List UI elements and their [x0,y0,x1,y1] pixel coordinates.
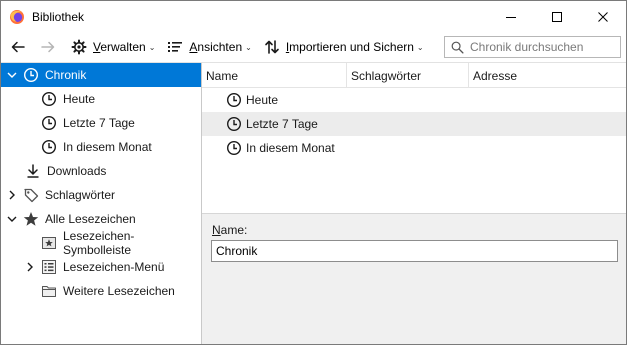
list-view-icon [167,39,183,55]
tree-item-label: Downloads [47,164,107,178]
search-icon [451,41,464,54]
download-arrow-icon [25,163,41,179]
tree-item-last-7-days[interactable]: Letzte 7 Tage [1,111,201,135]
toolbar: Verwalten ⌄ Ansichten ⌄ Importieren und … [1,32,626,63]
tree-item-bookmarks-toolbar[interactable]: Lesezeichen-Symbolleiste [1,229,201,257]
tree-item-history[interactable]: Chronik [1,63,201,87]
tree-item-label: Chronik [45,68,87,82]
chevron-down-icon[interactable] [7,214,17,224]
list-item[interactable]: In diesem Monat [202,136,626,160]
import-backup-label: Importieren und Sichern [285,40,414,54]
tree-item-label: In diesem Monat [63,140,152,154]
views-menu-button[interactable]: Ansichten ⌄ [163,35,255,59]
clock-icon [41,91,57,107]
clock-icon [23,67,39,83]
star-icon [23,211,39,227]
bookmarks-menu-icon [41,259,57,275]
firefox-icon [9,9,25,25]
column-header-tags[interactable]: Schlagwörter [347,63,469,88]
tree-item-label: Lesezeichen-Menü [63,260,165,274]
chevron-down-icon: ⌄ [148,42,156,52]
search-input[interactable] [470,40,620,54]
folder-icon [41,283,57,299]
import-export-icon [264,39,280,55]
search-box[interactable] [444,36,621,58]
tree-item-downloads[interactable]: Downloads [1,159,201,183]
title-bar: Bibliothek [1,1,626,32]
tree-item-label: Letzte 7 Tage [63,116,135,130]
minimize-button[interactable] [488,1,534,32]
minimize-icon [506,16,516,18]
maximize-icon [552,11,562,22]
tree-item-label: Alle Lesezeichen [45,212,136,226]
bookmarks-toolbar-icon [41,235,57,251]
organize-menu-button[interactable]: Verwalten ⌄ [67,35,159,59]
maximize-button[interactable] [534,1,580,32]
list-header: Name Schlagwörter Adresse [202,63,626,88]
forward-button[interactable] [37,36,59,58]
tree-item-label: Lesezeichen-Symbolleiste [63,229,135,257]
list-item-label: In diesem Monat [246,141,335,155]
chevron-down-icon[interactable] [7,70,17,80]
list-item-label: Letzte 7 Tage [246,117,318,131]
close-icon [598,11,608,22]
gear-icon [71,39,87,55]
window-title: Bibliothek [32,9,85,24]
tag-icon [23,187,39,203]
list-item-label: Heute [246,93,279,107]
tree-item-other-bookmarks[interactable]: Weitere Lesezeichen [1,279,201,303]
chevron-down-icon: ⌄ [245,42,252,52]
chevron-right-icon[interactable] [7,190,17,200]
tree-item-tags[interactable]: Schlagwörter [1,183,201,207]
tree-item-label: Schlagwörter [45,188,116,202]
tree-item-bookmarks-menu[interactable]: Lesezeichen-Menü [1,255,201,279]
chevron-right-icon[interactable] [25,262,35,272]
name-field[interactable] [211,240,618,262]
organize-label: Verwalten [93,40,146,54]
arrow-left-icon [11,41,25,53]
back-button[interactable] [7,36,29,58]
history-list: Name Schlagwörter Adresse Heute Letzte 7… [202,63,626,213]
chevron-down-icon: ⌄ [416,42,424,52]
column-header-address[interactable]: Adresse [469,63,626,88]
tree-item-label: Weitere Lesezeichen [63,284,175,298]
window-controls [488,1,626,32]
tree-item-today[interactable]: Heute [1,87,201,111]
arrow-right-icon [41,41,55,53]
sidebar-tree: Chronik Heute Letzte 7 Tage In diesem Mo… [1,63,202,344]
tree-item-label: Heute [63,92,96,106]
tree-item-this-month[interactable]: In diesem Monat [1,135,201,159]
close-button[interactable] [580,1,626,32]
views-label: Ansichten [189,40,243,54]
clock-icon [226,116,242,132]
name-field-label: Name: [212,223,248,237]
library-window: Bibliothek Verwalten ⌄ Ansichten ⌄ Impor… [0,0,627,345]
tree-item-all-bookmarks[interactable]: Alle Lesezeichen [1,207,201,231]
clock-icon [41,139,57,155]
list-item[interactable]: Letzte 7 Tage [202,112,626,136]
column-header-name[interactable]: Name [202,63,347,88]
import-backup-menu-button[interactable]: Importieren und Sichern ⌄ [260,35,428,59]
clock-icon [41,115,57,131]
clock-icon [226,92,242,108]
details-pane: Name: [202,213,626,344]
clock-icon [226,140,242,156]
list-item[interactable]: Heute [202,88,626,112]
